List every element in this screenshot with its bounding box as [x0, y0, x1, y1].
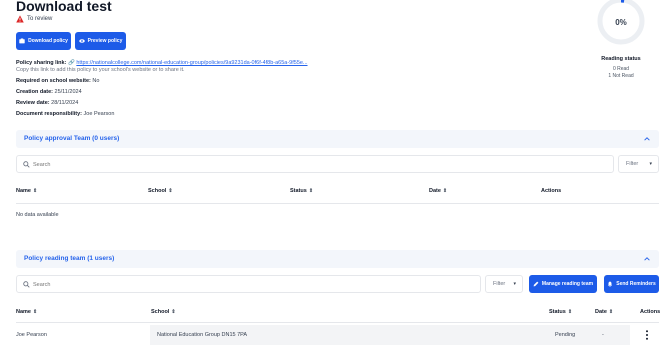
sharing-link-row: Policy sharing link: 🔗 https://nationalc… [16, 60, 308, 66]
reading-col-school[interactable]: School ⇕ [151, 309, 176, 315]
download-policy-button[interactable]: Download policy [16, 32, 71, 50]
manage-reading-team-button[interactable]: Manage reading team [529, 275, 597, 293]
chevron-up-icon[interactable] [643, 135, 651, 143]
eye-icon [78, 39, 85, 43]
sort-icon: ⇕ [32, 188, 38, 194]
row-school: National Education Group DN15 7PA [157, 332, 248, 338]
row-date: - [602, 332, 604, 338]
edit-icon [533, 281, 539, 287]
creation-date-value: 25/11/2024 [54, 89, 82, 95]
download-policy-label: Download policy [28, 38, 68, 44]
sort-icon: ⇕ [567, 309, 573, 315]
link-icon: 🔗 [67, 60, 75, 66]
approval-col-name[interactable]: Name ⇕ [16, 188, 37, 194]
approval-section-title: Policy approval Team (0 users) [24, 135, 120, 142]
creation-date-row: Creation date: 25/11/2024 [16, 89, 82, 95]
sharing-hint: Copy this link to add this policy to you… [16, 67, 185, 73]
reading-status-title: Reading status [601, 56, 641, 62]
approval-empty-text: No data available [16, 212, 59, 218]
responsibility-label: Document responsibility: [16, 111, 83, 117]
not-read-count: 1 Not Read [608, 73, 634, 79]
approval-col-actions: Actions [541, 188, 562, 194]
responsibility-value: Joe Pearson [83, 111, 115, 117]
reading-search-input[interactable] [33, 279, 233, 290]
approval-col-status[interactable]: Status ⇕ [290, 188, 313, 194]
approval-filter-select[interactable]: Filter ▾ [618, 155, 659, 173]
approval-filter-label: Filter [626, 161, 639, 167]
search-icon [23, 281, 30, 288]
approval-header-divider [16, 203, 659, 204]
sort-icon: ⇕ [32, 309, 38, 315]
download-icon [19, 38, 25, 44]
sort-icon: ⇕ [168, 188, 173, 194]
sharing-link[interactable]: https://nationalcollege.com/national-edu… [76, 60, 307, 66]
sort-icon: ⇕ [171, 309, 176, 315]
send-reminders-label: Send Reminders [616, 281, 656, 287]
status-text: To review [27, 16, 53, 22]
reading-col-name[interactable]: Name ⇕ [16, 309, 37, 315]
review-date-label: Review date: [16, 100, 50, 106]
website-label: Required on school website: [16, 78, 91, 84]
row-status: Pending [555, 332, 576, 338]
sharing-link-label: Policy sharing link: [16, 60, 67, 66]
caret-down-icon: ▾ [649, 161, 652, 167]
review-date-value: 28/11/2024 [51, 100, 79, 106]
sort-icon: ⇕ [442, 188, 448, 194]
creation-date-label: Creation date: [16, 89, 53, 95]
preview-policy-button[interactable]: Preview policy [75, 32, 126, 50]
caret-down-icon: ▾ [513, 281, 516, 287]
reading-filter-select[interactable]: Filter ▾ [485, 275, 523, 293]
read-count: 0 Read [612, 66, 630, 72]
manage-reading-team-label: Manage reading team [541, 281, 594, 287]
sort-icon: ⇕ [608, 309, 614, 315]
review-date-row: Review date: 28/11/2024 [16, 100, 78, 106]
reading-section-header[interactable]: Policy reading team (1 users) [16, 250, 659, 268]
approval-section-header[interactable]: Policy approval Team (0 users) [16, 130, 659, 148]
reading-col-actions: Actions [640, 309, 661, 315]
reading-section-title: Policy reading team (1 users) [24, 255, 115, 262]
reading-col-status[interactable]: Status ⇕ [549, 309, 572, 315]
reading-header-divider [16, 322, 659, 323]
reading-filter-label: Filter [493, 281, 506, 287]
responsibility-row: Document responsibility: Joe Pearson [16, 111, 114, 117]
chevron-up-icon[interactable] [643, 255, 651, 263]
preview-policy-label: Preview policy [87, 38, 123, 44]
more-options-icon[interactable] [645, 330, 649, 340]
approval-search[interactable] [16, 155, 614, 173]
sort-icon: ⇕ [308, 188, 314, 194]
approval-col-school[interactable]: School ⇕ [148, 188, 173, 194]
reading-col-date[interactable]: Date ⇕ [595, 309, 613, 315]
website-value: No [92, 78, 100, 84]
website-row: Required on school website: No [16, 78, 99, 84]
send-reminders-button[interactable]: Send Reminders [604, 275, 659, 293]
bell-icon [608, 281, 613, 287]
approval-search-input[interactable] [33, 159, 233, 170]
warning-icon [16, 15, 24, 23]
search-icon [23, 161, 30, 168]
reading-search[interactable] [16, 275, 481, 293]
row-name: Joe Pearson [16, 332, 47, 338]
page-title: Download test [16, 0, 112, 14]
reading-percent: 0% [615, 18, 627, 27]
approval-col-date[interactable]: Date ⇕ [429, 188, 447, 194]
status-indicator: To review [16, 15, 52, 23]
